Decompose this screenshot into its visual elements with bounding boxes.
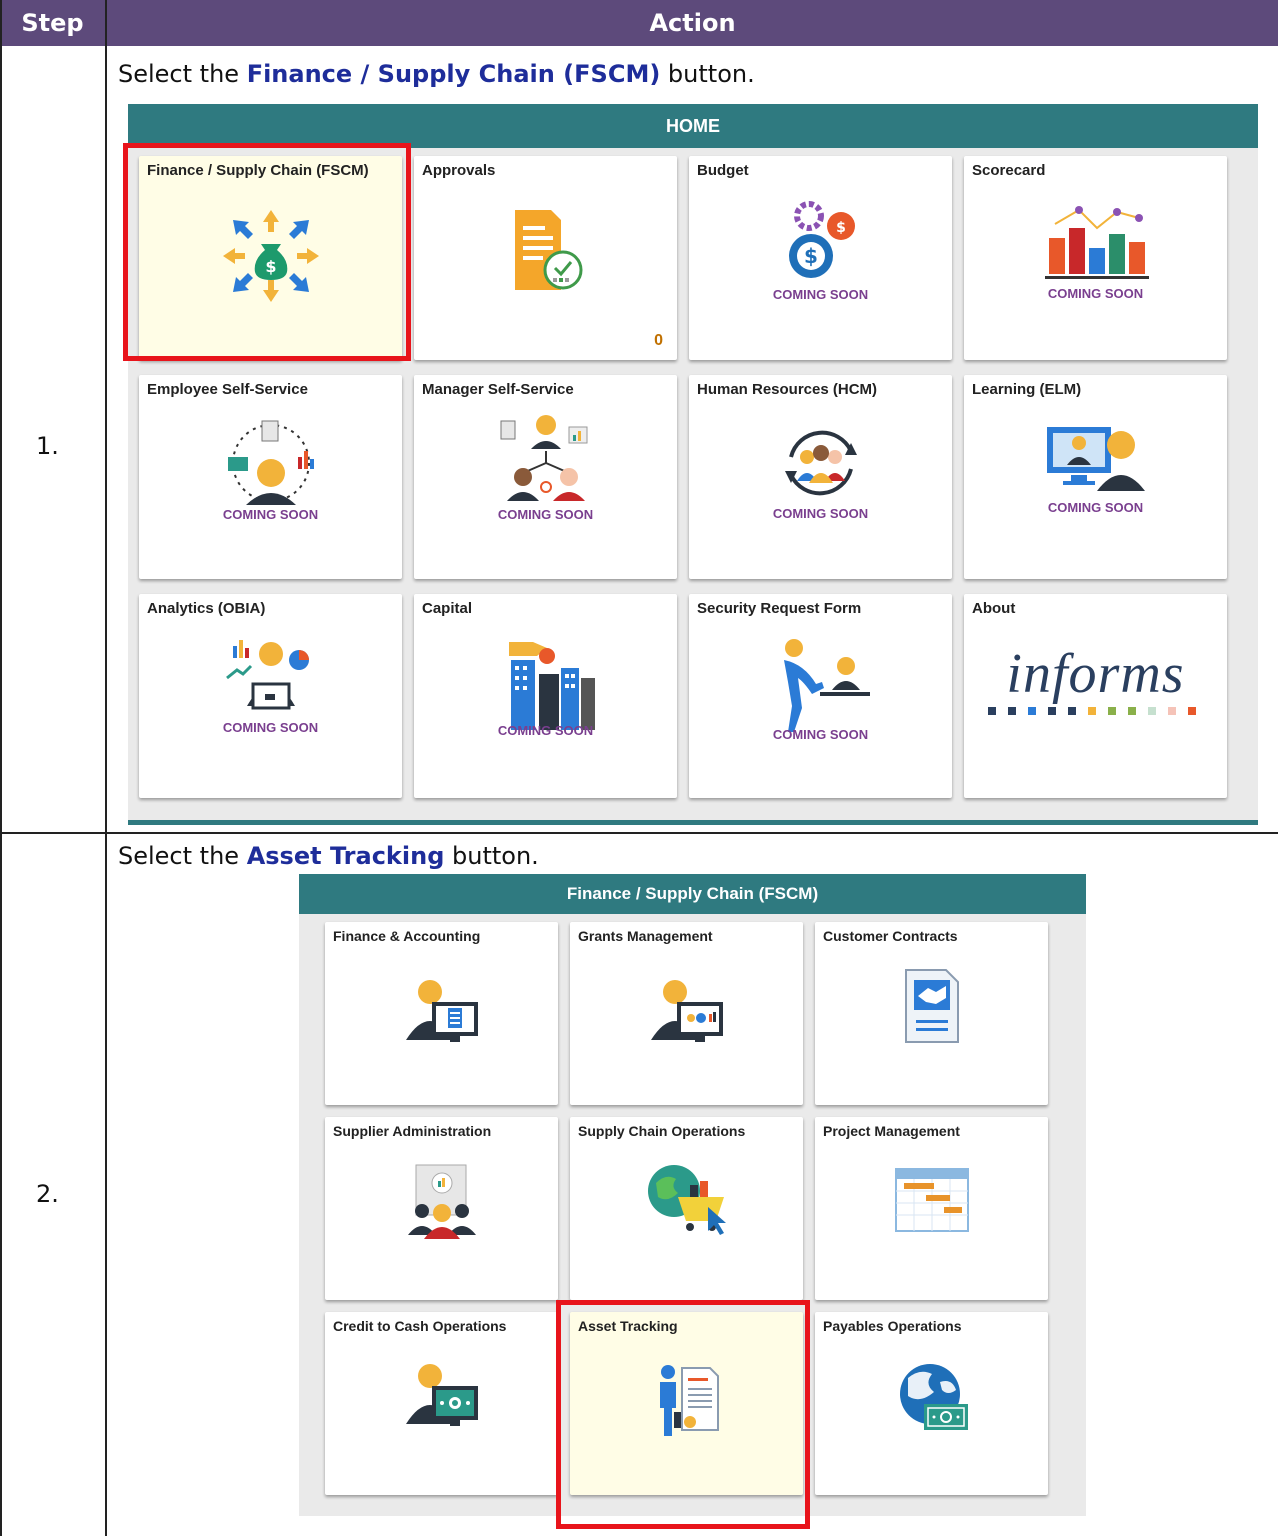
tile-credit-to-cash-operations[interactable]: Credit to Cash Operations — [325, 1312, 558, 1495]
employee-cycle-icon — [139, 417, 402, 507]
informs-logo: informs — [964, 644, 1227, 722]
tile-finance-accounting[interactable]: Finance & Accounting — [325, 922, 558, 1105]
person-monitor-icon — [964, 425, 1227, 495]
table-border-mid — [105, 0, 107, 1536]
tile-analytics[interactable]: Analytics (OBIA) COMING SOON — [139, 594, 402, 798]
step-number-2: 2. — [36, 1180, 59, 1208]
svg-text:$: $ — [836, 220, 846, 236]
tile-approvals[interactable]: Approvals 0 — [414, 156, 677, 360]
handshake-contract-icon — [815, 968, 1048, 1044]
globe-cart-icon — [570, 1163, 803, 1235]
tile-scorecard[interactable]: Scorecard COMING SOON — [964, 156, 1227, 360]
person-desk-icon — [689, 638, 952, 734]
tile-supply-chain-operations[interactable]: Supply Chain Operations — [570, 1117, 803, 1300]
coming-soon-label: COMING SOON — [497, 507, 594, 522]
tile-customer-contracts[interactable]: Customer Contracts — [815, 922, 1048, 1105]
tile-capital[interactable]: Capital COMING SOON — [414, 594, 677, 798]
coming-soon-label: COMING SOON — [497, 723, 594, 738]
manager-org-chart-icon — [414, 415, 677, 507]
globe-money-icon — [815, 1360, 1048, 1436]
tile-supplier-administration[interactable]: Supplier Administration — [325, 1117, 558, 1300]
fscm-banner: Finance / Supply Chain (FSCM) — [299, 874, 1086, 914]
table-border-left — [0, 0, 2, 1536]
home-bottom-bar — [128, 820, 1258, 825]
header-action: Action — [107, 0, 1278, 46]
tile-employee-self-service[interactable]: Employee Self-Service COMING SOON — [139, 375, 402, 579]
supplier-people-icon — [325, 1163, 558, 1239]
highlight-fscm — [123, 143, 411, 361]
tile-security-request-form[interactable]: Security Request Form COMING SOON — [689, 594, 952, 798]
bar-chart-scorecard-icon — [964, 198, 1227, 282]
tile-grants-management[interactable]: Grants Management — [570, 922, 803, 1105]
home-banner: HOME — [128, 104, 1258, 148]
person-cash-monitor-icon — [325, 1362, 558, 1432]
coming-soon-label: COMING SOON — [772, 506, 869, 521]
tile-human-resources[interactable]: Human Resources (HCM) COMING SOON — [689, 375, 952, 579]
tile-learning[interactable]: Learning (ELM) COMING SOON — [964, 375, 1227, 579]
instruction-2: Select the Asset Tracking button. — [118, 842, 539, 870]
analytics-person-icon — [139, 636, 402, 716]
coming-soon-label: COMING SOON — [1047, 500, 1144, 515]
approvals-count-badge: 0 — [654, 332, 663, 349]
coming-soon-label: COMING SOON — [772, 287, 869, 302]
person-grants-monitor-icon — [570, 978, 803, 1048]
tile-project-management[interactable]: Project Management — [815, 1117, 1048, 1300]
step-number-1: 1. — [36, 432, 59, 460]
coming-soon-label: COMING SOON — [772, 727, 869, 742]
gantt-chart-icon — [815, 1167, 1048, 1233]
tile-budget[interactable]: Budget $ $ COMING SOON — [689, 156, 952, 360]
people-circle-icon — [689, 421, 952, 505]
instruction-1: Select the Finance / Supply Chain (FSCM)… — [118, 60, 755, 88]
coming-soon-label: COMING SOON — [222, 720, 319, 735]
table-border-row — [0, 832, 1278, 834]
coming-soon-label: COMING SOON — [222, 507, 319, 522]
header-step: Step — [0, 0, 105, 46]
coming-soon-label: COMING SOON — [1047, 286, 1144, 301]
tile-payables-operations[interactable]: Payables Operations — [815, 1312, 1048, 1495]
dollar-gears-icon: $ $ — [689, 200, 952, 284]
highlight-asset-tracking — [556, 1300, 810, 1529]
svg-text:$: $ — [804, 244, 818, 268]
tile-manager-self-service[interactable]: Manager Self-Service COMING SOON — [414, 375, 677, 579]
tile-about[interactable]: About informs — [964, 594, 1227, 798]
person-document-monitor-icon — [325, 978, 558, 1048]
approval-document-icon — [414, 210, 677, 294]
logo-squares — [987, 707, 1196, 715]
